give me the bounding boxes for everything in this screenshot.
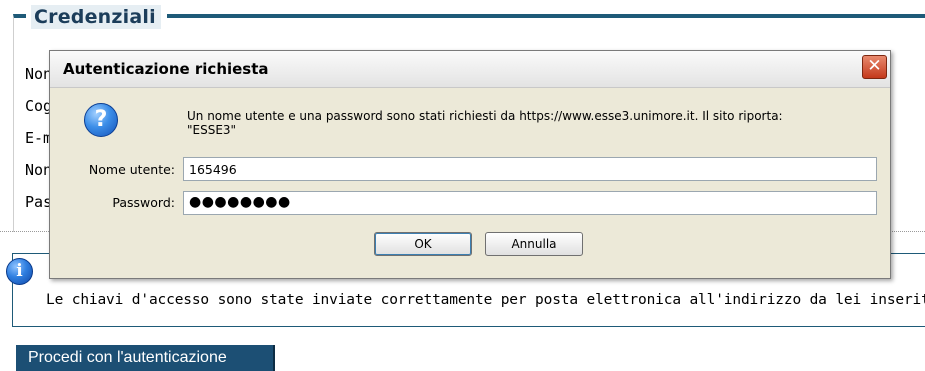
question-icon: ? (84, 103, 118, 137)
dialog-message-line2: "ESSE3" (187, 123, 237, 137)
password-input[interactable]: ●●●●●●●● (183, 191, 877, 215)
info-message-text: Le chiavi d'accesso sono state inviate c… (46, 292, 925, 308)
password-label: Password: (112, 195, 175, 210)
auth-dialog: Autenticazione richiesta ✕ ? Un nome ute… (49, 50, 891, 279)
username-input[interactable]: 165496 (183, 157, 877, 181)
dialog-message: Un nome utente e una password sono stati… (187, 109, 877, 137)
username-label: Nome utente: (88, 162, 175, 177)
cancel-button[interactable]: Annulla (485, 232, 583, 256)
dialog-message-line1: Un nome utente e una password sono stati… (187, 109, 783, 123)
close-icon[interactable]: ✕ (862, 55, 887, 79)
proceed-authentication-button[interactable]: Procedi con l'autenticazione (16, 345, 275, 371)
info-icon: i (6, 258, 33, 285)
fieldset-legend: Credenziali (26, 3, 167, 31)
legend-text: Credenziali (31, 5, 161, 29)
dialog-title: Autenticazione richiesta (63, 60, 269, 78)
dialog-titlebar[interactable]: Autenticazione richiesta ✕ (50, 51, 890, 88)
ok-button[interactable]: OK (374, 232, 472, 256)
